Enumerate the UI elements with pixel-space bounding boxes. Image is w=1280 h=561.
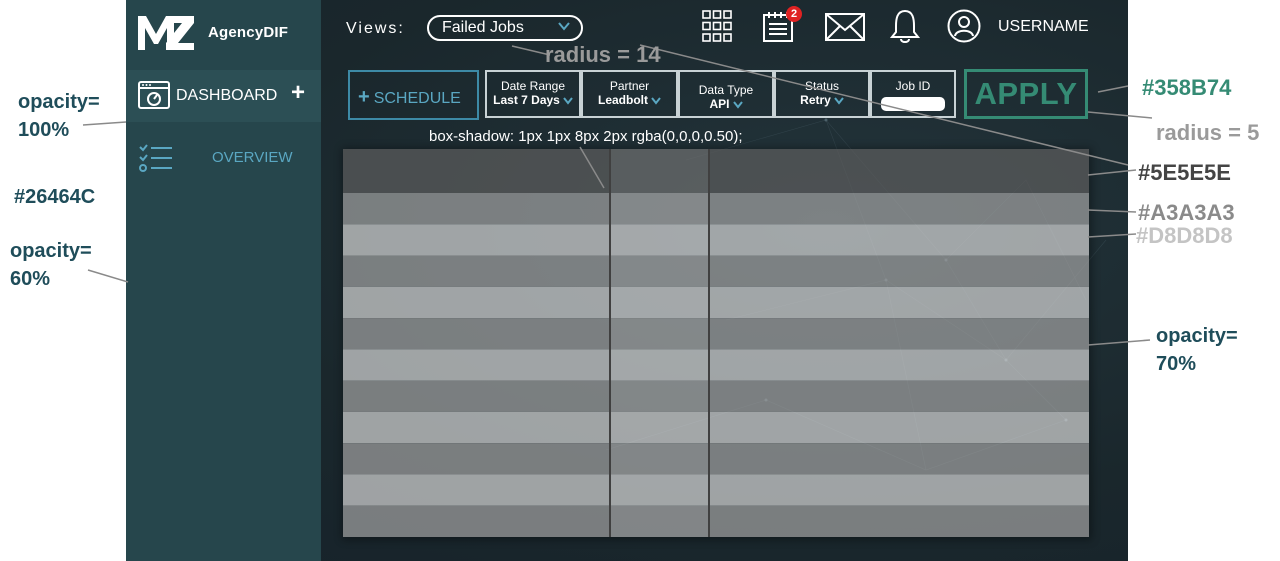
date-range-filter[interactable]: Date Range Last 7 Days [485, 70, 581, 118]
filter-value: API [709, 97, 730, 111]
status-filter[interactable]: Status Retry [774, 70, 870, 118]
table-row[interactable] [343, 411, 1089, 444]
filter-title: Job ID [895, 79, 931, 93]
chevron-down-icon [834, 94, 844, 108]
annotation-sidebar-color: #26464C [14, 186, 96, 208]
chevron-down-icon [563, 94, 573, 108]
grid-apps-icon[interactable] [702, 10, 732, 47]
chevron-down-icon [651, 94, 661, 108]
table-row[interactable] [343, 505, 1089, 537]
partner-filter[interactable]: Partner Leadbolt [581, 70, 678, 118]
table-grid [343, 149, 1089, 537]
sidebar-item-label: OVERVIEW [212, 149, 293, 166]
views-select[interactable]: Failed Jobs [427, 15, 583, 41]
column-divider [609, 149, 611, 537]
brand-name: AgencyDIF [208, 24, 289, 41]
table-header-row [343, 149, 1089, 193]
table-row[interactable] [343, 443, 1089, 475]
table-row[interactable] [343, 286, 1089, 319]
highlighted-column [610, 149, 709, 537]
annotation-green-color: #358B74 [1142, 75, 1232, 100]
column-divider [708, 149, 710, 537]
annotation-radius-5: radius = 5 [1156, 120, 1260, 145]
bell-icon[interactable] [889, 8, 921, 49]
filter-title: Data Type [698, 83, 754, 97]
apply-button[interactable]: APPLY [964, 69, 1088, 119]
annotation-opacity-100: opacity= 100% [18, 91, 100, 141]
job-id-input[interactable] [881, 97, 945, 111]
checklist-icon [138, 143, 174, 178]
filter-title: Status [804, 79, 840, 93]
schedule-button[interactable]: + SCHEDULE [348, 70, 479, 120]
sidebar-item-label: DASHBOARD [176, 87, 278, 104]
filter-title: Partner [609, 79, 650, 93]
sidebar: AgencyDIF DASHBOARD + OVERVIEW [126, 0, 321, 561]
username[interactable]: USERNAME [998, 18, 1089, 36]
table-row[interactable] [343, 318, 1089, 350]
filter-value: Leadbolt [598, 93, 648, 107]
schedule-label: SCHEDULE [373, 90, 461, 107]
annotation-row-color-light: #D8D8D8 [1136, 223, 1233, 248]
data-type-filter[interactable]: Data Type API [678, 70, 774, 118]
add-dashboard-button[interactable]: + [291, 81, 305, 105]
views-label: Views: [346, 20, 405, 37]
notification-badge: 2 [786, 6, 802, 22]
table-row[interactable] [343, 349, 1089, 381]
views-select-value: Failed Jobs [442, 19, 524, 36]
filter-value: Last 7 Days [493, 93, 560, 107]
annotation-header-color: #5E5E5E [1138, 160, 1231, 185]
dashboard-icon [138, 81, 170, 116]
annotation-opacity-60: opacity= 60% [10, 240, 92, 290]
plus-icon: + [358, 86, 370, 108]
mail-icon[interactable] [825, 13, 865, 46]
user-avatar-icon[interactable] [947, 9, 981, 48]
mz-logo [136, 12, 196, 52]
filter-value: Retry [800, 93, 831, 107]
chevron-down-icon [557, 19, 571, 38]
box-shadow-caption: box-shadow: 1px 1px 8px 2px rgba(0,0,0,0… [429, 128, 743, 145]
annotation-radius-14: radius = 14 [545, 42, 661, 67]
sidebar-item-overview[interactable]: OVERVIEW [126, 140, 321, 180]
table-row[interactable] [343, 474, 1089, 506]
filter-title: Date Range [500, 79, 566, 93]
table-row[interactable] [343, 193, 1089, 225]
app-window: AgencyDIF DASHBOARD + OVERVIEW Views: Fa… [126, 0, 1128, 561]
table-row[interactable] [343, 255, 1089, 287]
table-row[interactable] [343, 380, 1089, 412]
job-id-filter[interactable]: Job ID [870, 70, 956, 118]
table-row[interactable] [343, 224, 1089, 256]
sidebar-item-dashboard[interactable]: DASHBOARD + [126, 70, 321, 122]
data-table [343, 149, 1089, 537]
chevron-down-icon [732, 98, 743, 112]
annotation-opacity-70: opacity= 70% [1156, 325, 1238, 375]
